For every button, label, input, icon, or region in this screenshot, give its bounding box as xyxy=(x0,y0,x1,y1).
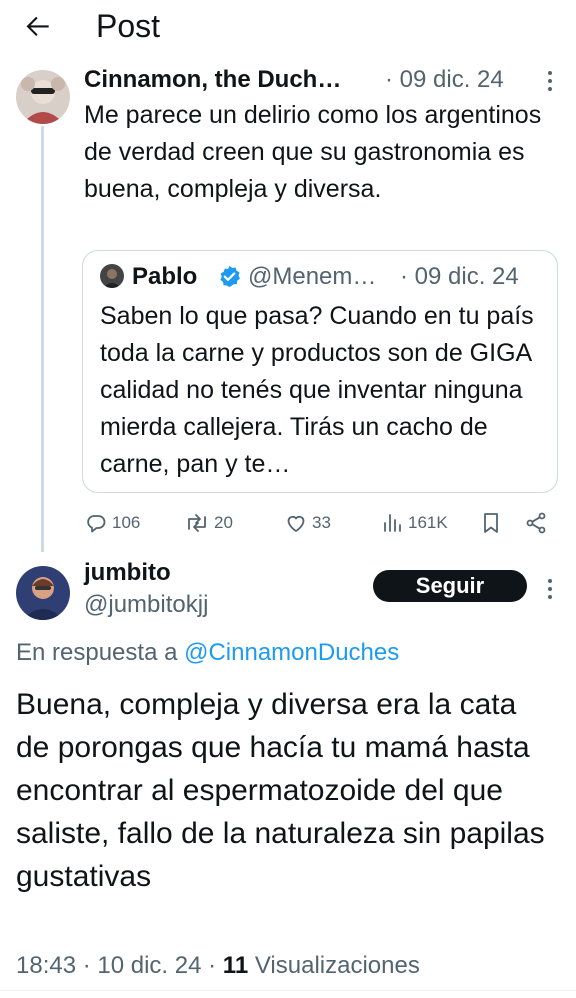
quote-text: Saben lo que pasa? Cuando en tu país tod… xyxy=(100,302,534,478)
quote-author-name: Pablo xyxy=(132,263,198,290)
back-arrow-icon[interactable] xyxy=(22,10,54,42)
views-label: Visualizaciones xyxy=(254,952,420,979)
bookmark-icon xyxy=(484,513,498,533)
page-title: Post xyxy=(96,8,161,44)
post-date[interactable]: 10 dic. 24 xyxy=(97,952,201,979)
follow-button[interactable]: Seguir xyxy=(373,570,527,602)
post-text: Buena, compleja y diversa era la cata de… xyxy=(16,688,545,893)
reply-context: En respuesta a @CinnamonDuches xyxy=(16,636,399,670)
reply-icon xyxy=(87,515,106,533)
share-button[interactable] xyxy=(524,510,552,536)
more-icon[interactable] xyxy=(540,68,560,94)
thread-line xyxy=(41,126,44,552)
like-count: 33 xyxy=(312,513,331,532)
reply-button[interactable]: 106 xyxy=(84,510,140,536)
quote-author-handle: @Menem… xyxy=(248,263,377,290)
like-icon xyxy=(287,515,305,532)
divider xyxy=(0,990,576,991)
quote-date: · 09 dic. 24 xyxy=(400,263,519,290)
views-button[interactable]: 161K xyxy=(380,510,448,536)
repost-icon xyxy=(188,514,206,532)
views-icon xyxy=(384,514,401,532)
repost-count: 20 xyxy=(214,513,233,532)
post-date[interactable]: · 09 dic. 24 xyxy=(385,64,504,96)
reply-count: 106 xyxy=(112,513,141,532)
post-meta: 18:43 · 10 dic. 24 · 11 Visualizaciones xyxy=(16,952,420,979)
more-icon[interactable] xyxy=(540,576,560,602)
quote-avatar xyxy=(100,264,124,288)
avatar[interactable] xyxy=(16,70,70,124)
avatar[interactable] xyxy=(16,566,70,620)
author-handle[interactable]: @jumbitokjj xyxy=(84,590,208,620)
bookmark-button[interactable] xyxy=(480,510,506,536)
verified-icon xyxy=(217,264,242,289)
reply-mention-link[interactable]: @CinnamonDuches xyxy=(184,639,399,666)
views-count: 11 xyxy=(222,952,249,979)
post-time[interactable]: 18:43 xyxy=(16,952,76,979)
author-name[interactable]: Cinnamon, the Duch… xyxy=(84,64,341,96)
post-text: Me parece un delirio como los argentinos… xyxy=(84,101,542,203)
reply-prefix: En respuesta a xyxy=(16,639,178,666)
author-name[interactable]: jumbito xyxy=(84,558,171,588)
views-count: 161K xyxy=(408,513,448,532)
like-button[interactable]: 33 xyxy=(284,510,331,536)
repost-button[interactable]: 20 xyxy=(184,510,233,536)
share-icon xyxy=(526,512,546,534)
